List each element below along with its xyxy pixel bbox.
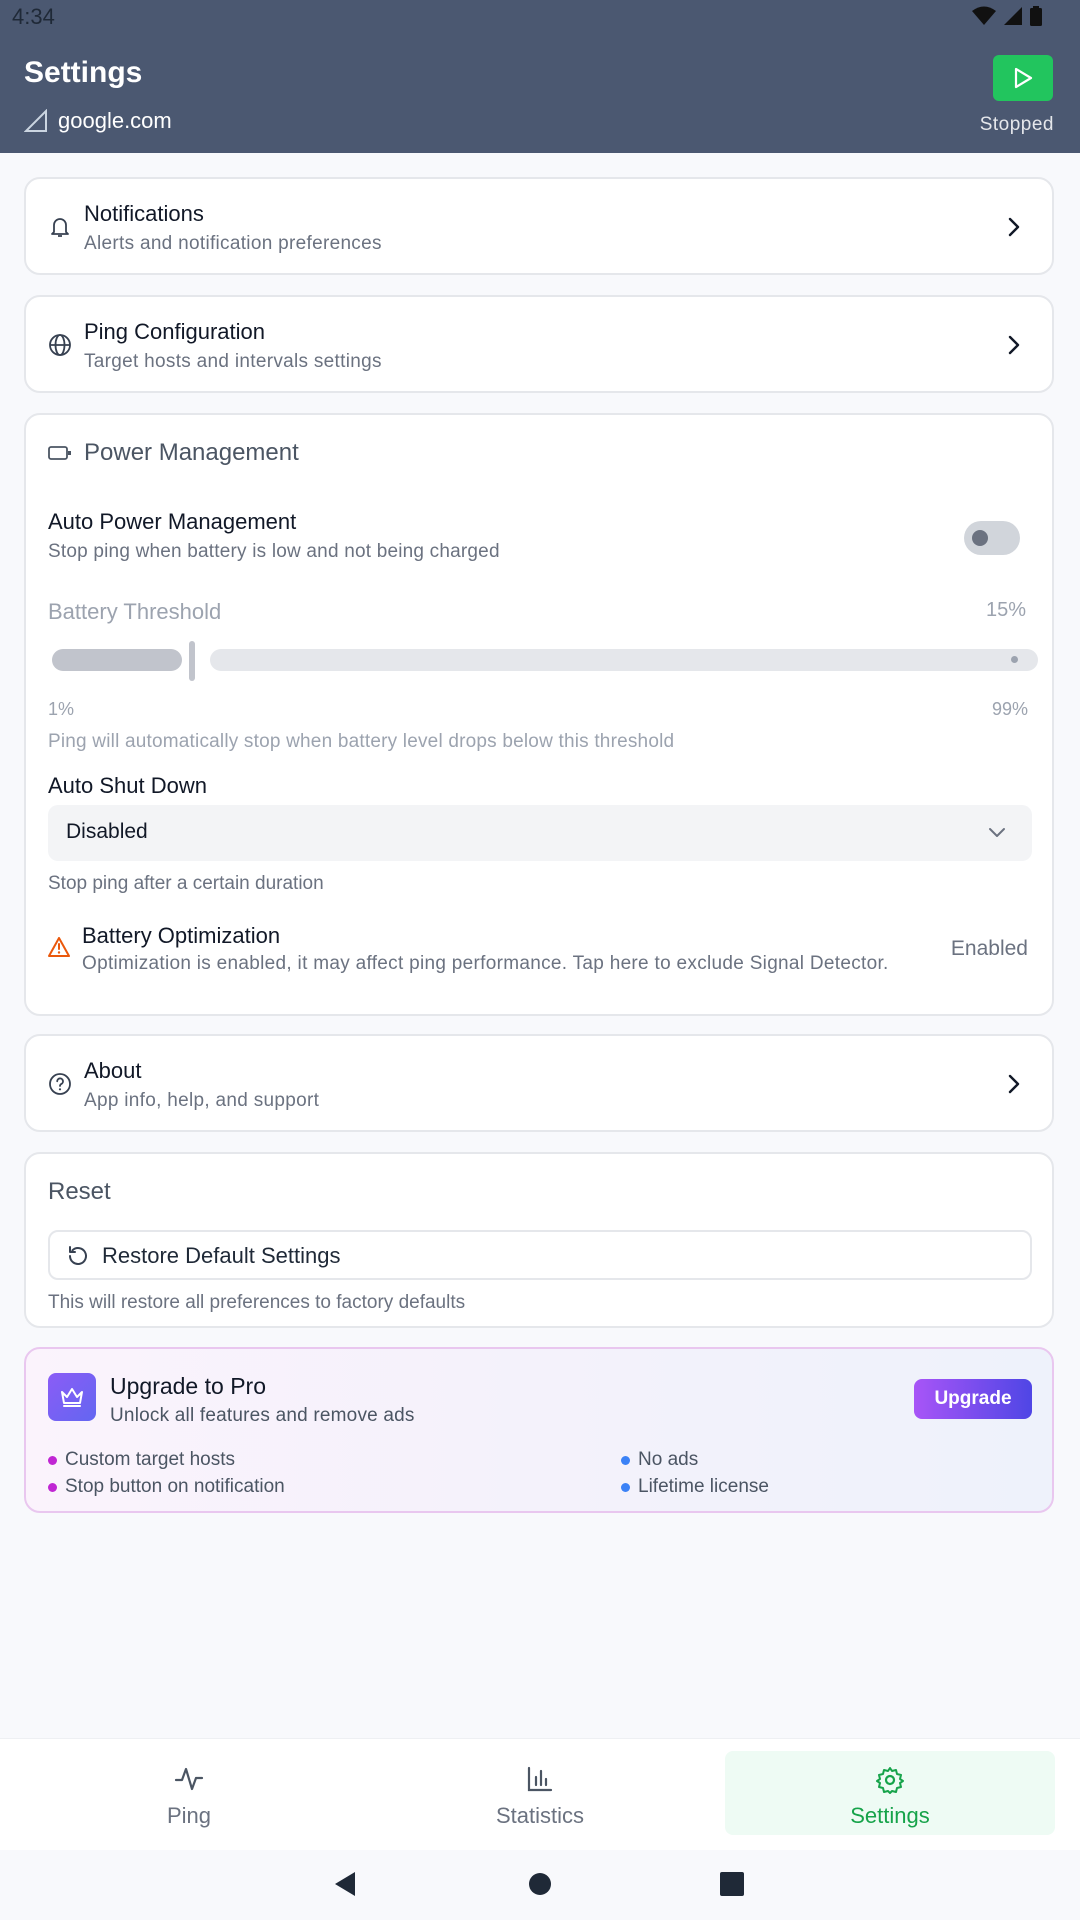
about-subtitle: App info, help, and support (84, 1090, 320, 1111)
feature-label: No ads (638, 1449, 699, 1470)
about-title: About (84, 1058, 142, 1083)
globe-icon (49, 334, 71, 356)
power-management-title: Power Management (84, 439, 299, 466)
crown-icon (61, 1388, 83, 1407)
nav-item-settings[interactable]: Settings (725, 1751, 1055, 1835)
chevron-right-icon (1008, 1074, 1020, 1094)
back-icon[interactable] (333, 1871, 357, 1897)
notifications-card[interactable]: Notifications Alerts and notification pr… (24, 177, 1054, 275)
nav-label-statistics: Statistics (495, 1803, 585, 1828)
activity-icon (174, 1767, 204, 1791)
slider-thumb[interactable] (189, 641, 195, 681)
feature-item: Stop button on notification (48, 1476, 285, 1498)
feature-item: Lifetime license (621, 1476, 769, 1498)
battery-threshold-value: 15% (985, 599, 1026, 621)
feature-item: No ads (621, 1449, 698, 1471)
auto-shutdown-select[interactable]: Disabled (48, 805, 1032, 861)
auto-power-toggle[interactable] (964, 521, 1020, 555)
reset-note: This will restore all preferences to fac… (48, 1292, 466, 1313)
ping-configuration-subtitle: Target hosts and intervals settings (84, 351, 382, 372)
page-title: Settings (24, 56, 143, 89)
bullet-dot (48, 1455, 57, 1465)
system-navigation-bar (0, 1850, 1080, 1920)
restore-defaults-button[interactable]: Restore Default Settings (48, 1230, 1032, 1280)
home-icon[interactable] (528, 1872, 552, 1896)
target-host: google.com (24, 108, 172, 134)
auto-power-title: Auto Power Management (48, 509, 297, 534)
chevron-right-icon (1008, 217, 1020, 237)
recents-icon[interactable] (720, 1872, 744, 1896)
nav-item-statistics[interactable]: Statistics (375, 1751, 705, 1835)
upgrade-button[interactable]: Upgrade (914, 1379, 1032, 1419)
nav-label-ping: Ping (166, 1803, 212, 1828)
feature-label: Lifetime license (638, 1476, 769, 1497)
gear-icon (876, 1767, 904, 1794)
battery-threshold-note: Ping will automatically stop when batter… (48, 731, 675, 752)
ping-configuration-card[interactable]: Ping Configuration Target hosts and inte… (24, 295, 1054, 393)
bullet-dot (48, 1482, 57, 1492)
pro-subtitle: Unlock all features and remove ads (110, 1405, 415, 1426)
auto-shutdown-note: Stop ping after a certain duration (48, 873, 324, 894)
status-time: 4:34 (12, 4, 55, 29)
signal-icon (24, 109, 47, 132)
start-ping-button[interactable] (993, 55, 1053, 101)
restore-defaults-label: Restore Default Settings (102, 1243, 341, 1268)
nav-label-settings: Settings (850, 1803, 930, 1828)
wifi-icon (972, 6, 996, 25)
slider-track[interactable] (210, 649, 1038, 671)
nav-item-ping[interactable]: Ping (24, 1751, 354, 1835)
battery-optimization-status: Enabled (950, 937, 1028, 960)
bar-chart-icon (527, 1766, 553, 1792)
battery-threshold-label: Battery Threshold (48, 599, 222, 624)
app-header: 4:34 Settings google.com Stopped (0, 0, 1080, 153)
auto-power-subtitle: Stop ping when battery is low and not be… (48, 541, 500, 562)
notifications-subtitle: Alerts and notification preferences (84, 233, 382, 254)
chevron-right-icon (1008, 335, 1020, 355)
bottom-navigation: Ping Statistics Settings (0, 1738, 1080, 1851)
help-circle-icon (49, 1073, 71, 1095)
status-icons (972, 6, 1042, 26)
battery-optimization-subtitle: Optimization is enabled, it may affect p… (82, 953, 889, 974)
upgrade-pro-card: Upgrade to Pro Unlock all features and r… (24, 1347, 1054, 1513)
battery-outline-icon (48, 446, 71, 460)
reset-title: Reset (48, 1178, 111, 1205)
slider-fill (52, 649, 182, 671)
bell-icon (51, 218, 69, 237)
crown-badge (48, 1373, 96, 1421)
warning-icon (48, 937, 70, 957)
battery-optimization-title: Battery Optimization (82, 923, 281, 948)
play-icon (1014, 67, 1033, 89)
feature-item: Custom target hosts (48, 1449, 235, 1471)
battery-icon (1030, 6, 1042, 26)
power-management-card: Power Management Auto Power Management S… (24, 413, 1054, 1016)
host-label: google.com (58, 108, 172, 133)
notifications-title: Notifications (84, 201, 204, 226)
ping-status: Stopped (979, 114, 1054, 135)
toggle-knob (972, 530, 988, 546)
bullet-dot (621, 1482, 630, 1492)
slider-end-dot (1011, 656, 1018, 663)
slider-max-label: 99% (991, 699, 1028, 719)
feature-label: Custom target hosts (65, 1449, 236, 1470)
feature-label: Stop button on notification (65, 1476, 285, 1497)
cell-signal-icon (1004, 7, 1022, 25)
slider-min-label: 1% (48, 699, 75, 719)
reset-card: Reset Restore Default Settings This will… (24, 1152, 1054, 1328)
about-card[interactable]: About App info, help, and support (24, 1034, 1054, 1132)
auto-shutdown-label: Auto Shut Down (48, 773, 207, 798)
rotate-ccw-icon (69, 1246, 87, 1265)
auto-shutdown-value: Disabled (66, 820, 148, 843)
bullet-dot (621, 1455, 630, 1465)
chevron-down-icon (989, 828, 1005, 837)
pro-title: Upgrade to Pro (110, 1373, 266, 1399)
ping-configuration-title: Ping Configuration (84, 319, 266, 344)
